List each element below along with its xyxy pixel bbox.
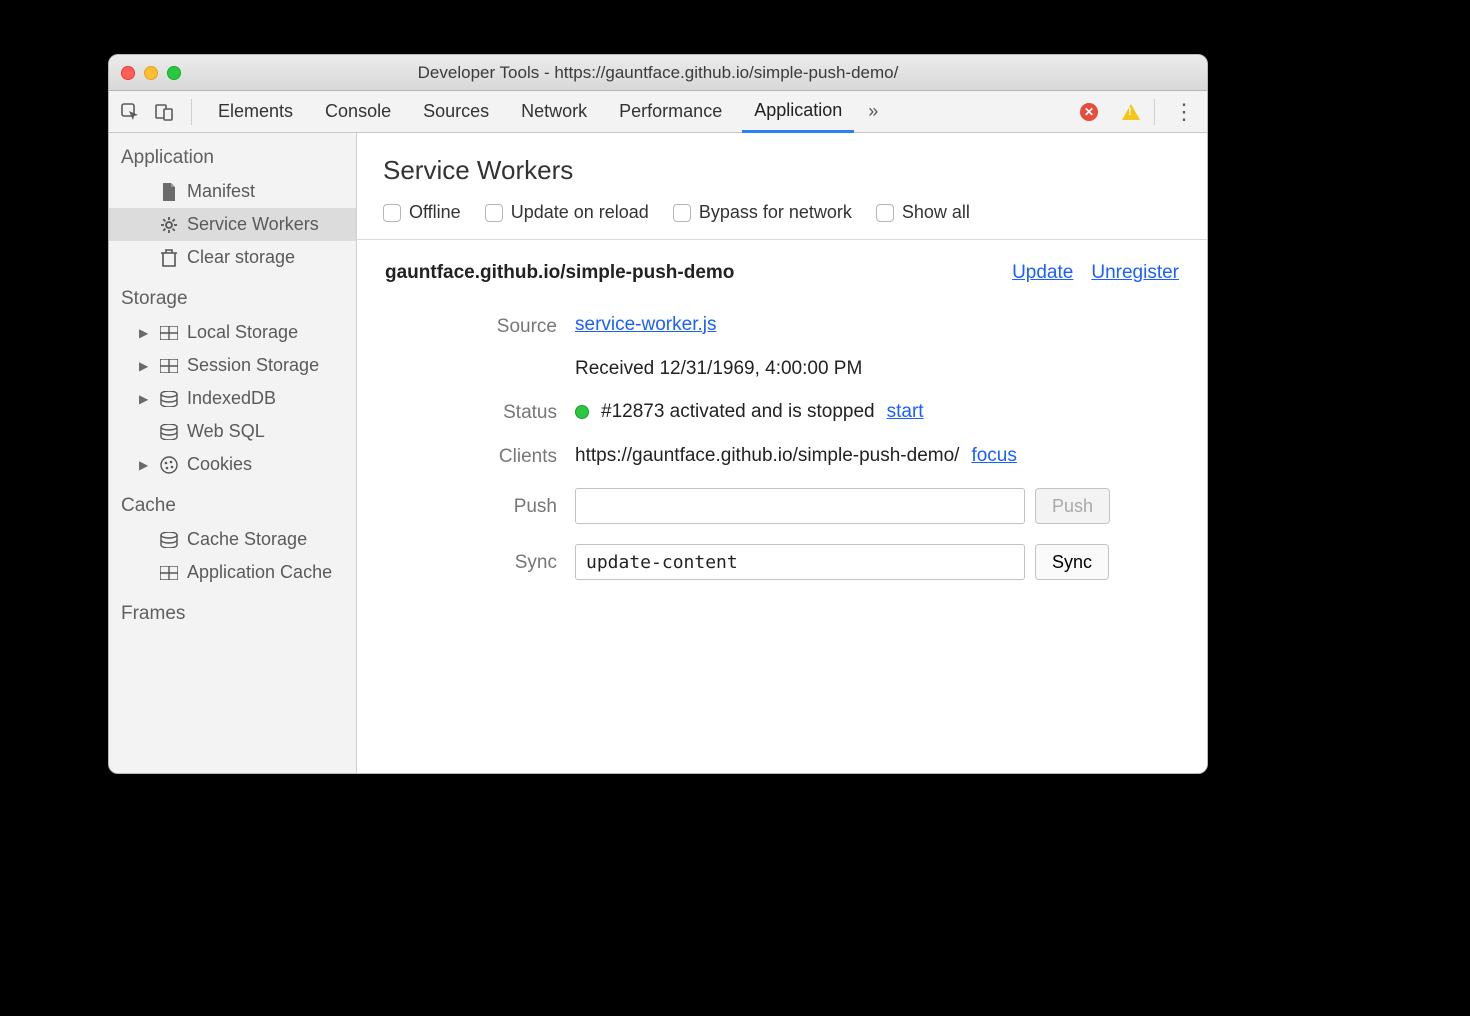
expand-triangle-icon[interactable]: ▶	[139, 392, 151, 406]
sidebar-item-label: Local Storage	[187, 322, 298, 343]
more-tabs-icon[interactable]: »	[862, 101, 884, 122]
sidebar-item-label: Application Cache	[187, 562, 332, 583]
trash-icon	[159, 249, 179, 267]
devtools-toolbar: Elements Console Sources Network Perform…	[109, 91, 1207, 133]
sidebar-section-cache: Cache	[109, 481, 356, 523]
table-icon	[159, 326, 179, 340]
tab-console[interactable]: Console	[313, 91, 403, 133]
push-input[interactable]	[575, 488, 1025, 524]
sidebar-item-manifest[interactable]: Manifest	[109, 175, 356, 208]
sidebar-item-clear-storage[interactable]: Clear storage	[109, 241, 356, 274]
sidebar-section-frames: Frames	[109, 589, 356, 631]
label-source: Source	[385, 314, 575, 338]
panel-options: Offline Update on reload Bypass for netw…	[357, 192, 1207, 240]
service-workers-panel: Service Workers Offline Update on reload…	[357, 133, 1207, 773]
label-status: Status	[385, 400, 575, 424]
sidebar-item-label: Service Workers	[187, 214, 319, 235]
checkbox-bypass-for-network[interactable]: Bypass for network	[673, 202, 852, 223]
sidebar-item-label: IndexedDB	[187, 388, 276, 409]
expand-triangle-icon[interactable]: ▶	[139, 359, 151, 373]
checkbox-show-all[interactable]: Show all	[876, 202, 970, 223]
panel-title: Service Workers	[357, 133, 1207, 192]
sidebar-item-label: Session Storage	[187, 355, 319, 376]
database-icon	[159, 424, 179, 440]
errors-icon[interactable]: ✕	[1080, 103, 1098, 121]
status-dot-icon	[575, 405, 589, 419]
sidebar-item-label: Cookies	[187, 454, 252, 475]
separator	[191, 99, 192, 125]
sidebar-section-application: Application	[109, 133, 356, 175]
source-received: Received 12/31/1969, 4:00:00 PM	[575, 358, 1179, 380]
gear-icon	[159, 216, 179, 234]
checkbox-label: Bypass for network	[699, 202, 852, 223]
close-window-button[interactable]	[121, 66, 135, 80]
zoom-window-button[interactable]	[167, 66, 181, 80]
tab-application[interactable]: Application	[742, 91, 854, 133]
expand-triangle-icon[interactable]: ▶	[139, 458, 151, 472]
sidebar-section-storage: Storage	[109, 274, 356, 316]
checkbox-label: Offline	[409, 202, 461, 223]
client-focus-link[interactable]: focus	[971, 445, 1016, 467]
sidebar-item-label: Web SQL	[187, 421, 265, 442]
status-text: #12873 activated and is stopped	[601, 401, 875, 423]
sidebar-item-cookies[interactable]: ▶ Cookies	[109, 448, 356, 481]
devtools-window: Developer Tools - https://gauntface.gith…	[108, 54, 1208, 774]
sidebar-item-web-sql[interactable]: Web SQL	[109, 415, 356, 448]
update-link[interactable]: Update	[1012, 262, 1073, 284]
checkbox-label: Show all	[902, 202, 970, 223]
separator	[1154, 99, 1155, 125]
sidebar-item-label: Cache Storage	[187, 529, 307, 550]
label-clients: Clients	[385, 444, 575, 468]
label-sync: Sync	[385, 550, 575, 574]
sidebar-item-local-storage[interactable]: ▶ Local Storage	[109, 316, 356, 349]
unregister-link[interactable]: Unregister	[1091, 262, 1179, 284]
checkbox-label: Update on reload	[511, 202, 649, 223]
window-title: Developer Tools - https://gauntface.gith…	[109, 63, 1207, 83]
file-icon	[159, 183, 179, 201]
sidebar-item-service-workers[interactable]: Service Workers	[109, 208, 356, 241]
status-start-link[interactable]: start	[887, 401, 924, 423]
sidebar-item-cache-storage[interactable]: Cache Storage	[109, 523, 356, 556]
minimize-window-button[interactable]	[144, 66, 158, 80]
sidebar-item-session-storage[interactable]: ▶ Session Storage	[109, 349, 356, 382]
titlebar: Developer Tools - https://gauntface.gith…	[109, 55, 1207, 91]
expand-triangle-icon[interactable]: ▶	[139, 326, 151, 340]
sidebar-item-label: Manifest	[187, 181, 255, 202]
sync-input[interactable]	[575, 544, 1025, 580]
tab-sources[interactable]: Sources	[411, 91, 501, 133]
warnings-icon[interactable]	[1122, 104, 1140, 120]
push-button[interactable]: Push	[1035, 488, 1110, 524]
checkbox-offline[interactable]: Offline	[383, 202, 461, 223]
checkbox-update-on-reload[interactable]: Update on reload	[485, 202, 649, 223]
table-icon	[159, 566, 179, 580]
tab-network[interactable]: Network	[509, 91, 599, 133]
sw-origin: gauntface.github.io/simple-push-demo	[385, 262, 734, 284]
tab-elements[interactable]: Elements	[206, 91, 305, 133]
sync-button[interactable]: Sync	[1035, 544, 1109, 580]
inspect-element-icon[interactable]	[117, 99, 143, 125]
cookie-icon	[159, 456, 179, 474]
table-icon	[159, 359, 179, 373]
traffic-lights	[121, 66, 181, 80]
database-icon	[159, 391, 179, 407]
label-push: Push	[385, 494, 575, 518]
database-icon	[159, 532, 179, 548]
source-file-link[interactable]: service-worker.js	[575, 314, 1179, 336]
tab-performance[interactable]: Performance	[607, 91, 734, 133]
sidebar-item-application-cache[interactable]: Application Cache	[109, 556, 356, 589]
sidebar-item-indexeddb[interactable]: ▶ IndexedDB	[109, 382, 356, 415]
device-toolbar-icon[interactable]	[151, 99, 177, 125]
client-url: https://gauntface.github.io/simple-push-…	[575, 445, 959, 467]
kebab-menu-icon[interactable]: ⋮	[1169, 99, 1199, 125]
application-sidebar: Application Manifest Service Workers Cle…	[109, 133, 357, 773]
sidebar-item-label: Clear storage	[187, 247, 295, 268]
